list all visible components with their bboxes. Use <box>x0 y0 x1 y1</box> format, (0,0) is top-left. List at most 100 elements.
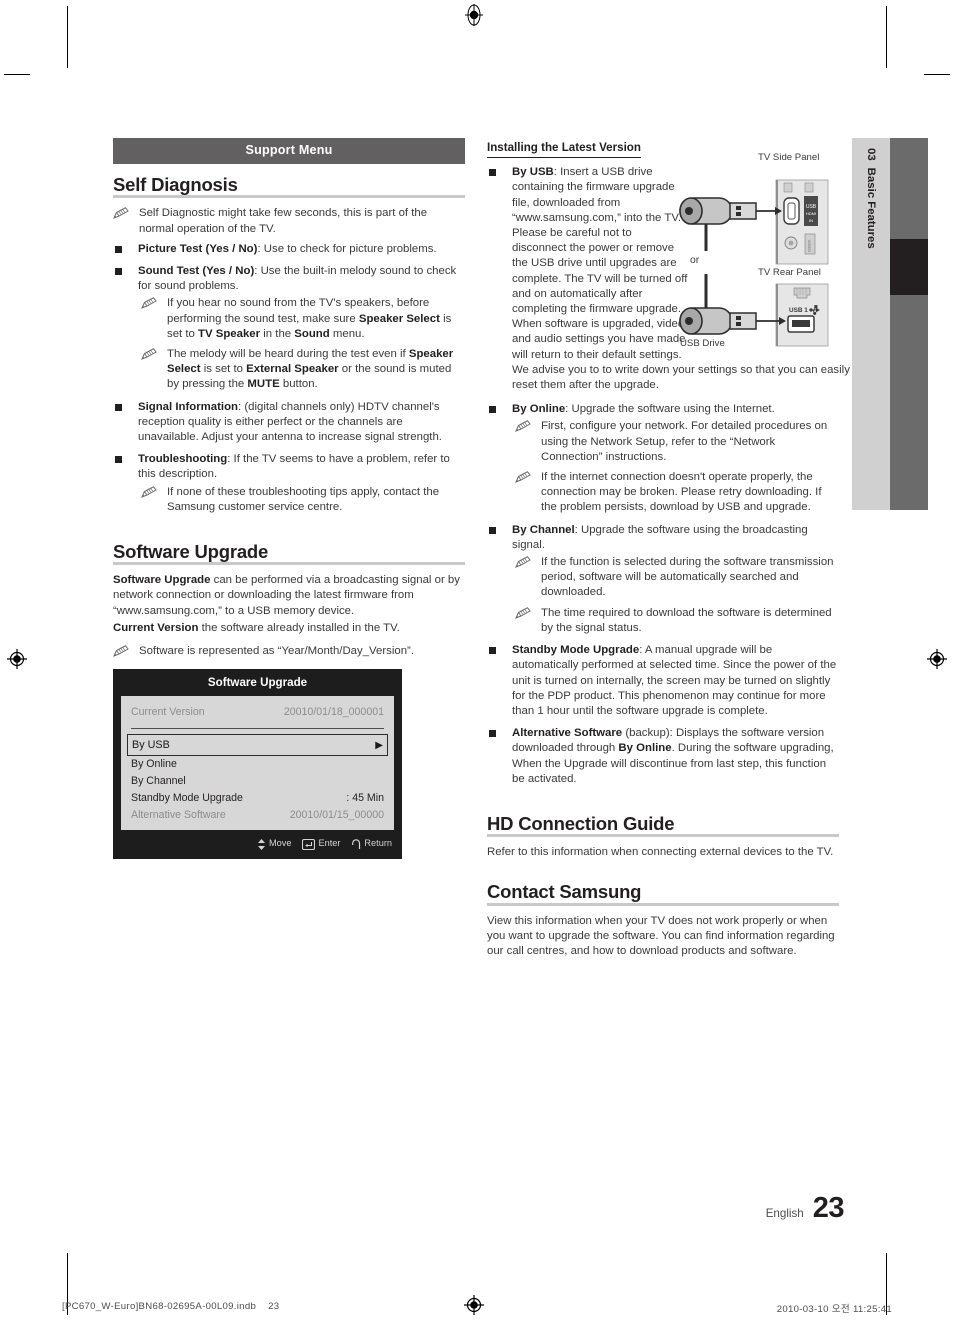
note-melody-heard: The melody will be heard during the test… <box>138 347 465 393</box>
note-text-part: in the <box>260 327 295 340</box>
osd-label-standby-mode-upgrade: Standby Mode Upgrade <box>131 792 243 805</box>
osd-row-current-version: Current Version 20010/01/18_000001 <box>121 704 394 721</box>
osd-label-by-usb: By USB <box>132 738 170 751</box>
osd-row-by-usb-selected[interactable]: By USB ▶ <box>127 734 388 757</box>
note-text-part: button. <box>279 378 318 391</box>
print-timestamp: 2010-03-10 오전 11:25:41 <box>776 1304 892 1315</box>
osd-label-current-version: Current Version <box>131 706 205 719</box>
print-filename: [PC670_W-Euro]BN68-02695A-00L09.indb <box>62 1301 257 1312</box>
chapter-tab-label: 03 Basic Features <box>852 138 890 510</box>
note-download-time: The time required to download the softwa… <box>512 606 839 636</box>
page-number: 23 <box>812 1192 845 1224</box>
square-bullet-icon <box>115 403 122 411</box>
pencil-icon <box>515 471 531 483</box>
square-bullet-icon <box>489 730 496 738</box>
note-text-part: The melody will be heard during the test… <box>167 348 409 361</box>
note-internet-connection: If the internet connection doesn't opera… <box>512 470 839 516</box>
enter-key-icon <box>302 838 316 850</box>
note-self-diagnostic: Self Diagnostic might take few seconds, … <box>113 206 465 236</box>
note-text: If the internet connection doesn't opera… <box>541 471 822 514</box>
osd-label-by-online: By Online <box>131 758 177 771</box>
note-text: If none of these troubleshooting tips ap… <box>167 485 440 513</box>
term-mute: MUTE <box>247 378 280 391</box>
osd-hint-label: Return <box>364 838 392 849</box>
note-troubleshooting-tips: If none of these troubleshooting tips ap… <box>138 485 465 515</box>
bullet-sound-test: Sound Test (Yes / No): Use the built-in … <box>113 264 465 393</box>
heading-rule <box>113 195 465 199</box>
square-bullet-icon <box>489 647 496 655</box>
page-title-software-upgrade: Software Upgrade <box>113 541 269 563</box>
pencil-icon <box>515 556 531 569</box>
svg-text:USB 1: USB 1 <box>789 307 808 314</box>
chapter-tab-dark-band <box>890 138 928 510</box>
chevron-right-icon: ▶ <box>375 739 383 751</box>
bullet-by-online: By Online: Upgrade the software using th… <box>487 402 839 515</box>
note-text-part: menu. <box>329 327 365 340</box>
osd-row-by-channel[interactable]: By Channel <box>121 773 394 790</box>
note-speaker-select-tv: If you hear no sound from the TV's speak… <box>138 296 465 342</box>
square-bullet-icon <box>489 526 496 534</box>
page-title-hd-connection-guide: HD Connection Guide <box>487 812 675 834</box>
note-text-part: is set to <box>200 363 247 376</box>
paragraph-software-upgrade-intro: Software Upgrade can be performed via a … <box>113 573 465 619</box>
chapter-tab: 03 Basic Features <box>852 138 928 510</box>
osd-row-by-online[interactable]: By Online <box>121 756 394 773</box>
bullet-troubleshooting: Troubleshooting: If the TV seems to have… <box>113 452 465 515</box>
page-number-block: English 23 <box>766 1192 845 1225</box>
term-software-upgrade: Software Upgrade <box>113 574 211 587</box>
print-footer-left: [PC670_W-Euro]BN68-02695A-00L09.indb 23 <box>62 1301 279 1312</box>
bullet-alternative-software: Alternative Software (backup): Displays … <box>487 726 839 787</box>
label-usb-drive: USB Drive <box>680 338 725 349</box>
term-by-usb: By USB <box>512 166 554 179</box>
manual-page: Support Menu Self Diagnosis Self Diagnos… <box>0 0 954 1321</box>
term-tv-speaker: TV Speaker <box>198 327 261 340</box>
osd-divider <box>131 728 384 730</box>
osd-hint-label: Move <box>268 838 292 849</box>
osd-row-alternative-software: Alternative Software 20010/01/15_00000 <box>121 807 394 824</box>
osd-hint-label: Enter <box>318 838 341 849</box>
return-arrow-icon <box>351 838 361 850</box>
label-or: or <box>690 255 700 266</box>
svg-text:VIDEO: VIDEO <box>807 240 812 252</box>
square-bullet-icon <box>115 456 122 464</box>
support-menu-band: Support Menu <box>113 138 465 165</box>
note-text: First, configure your network. For detai… <box>541 420 828 463</box>
svg-text:USB: USB <box>806 204 817 210</box>
page-title-contact-samsung: Contact Samsung <box>487 881 642 903</box>
osd-label-by-channel: By Channel <box>131 775 186 788</box>
term-alternative-software: Alternative Software <box>512 727 623 740</box>
pencil-icon <box>515 420 531 433</box>
bullet-by-channel: By Channel: Upgrade the software using t… <box>487 523 839 636</box>
heading-rule <box>113 562 465 566</box>
usb-connection-diagram: USB HDMI IN VIDEO USB 1 TV Side Panel TV… <box>672 152 844 362</box>
page-title-self-diagnosis: Self Diagnosis <box>113 174 238 196</box>
square-bullet-icon <box>115 268 122 276</box>
note-configure-network: First, configure your network. For detai… <box>512 419 839 465</box>
term-sound-test: Sound Test (Yes / No) <box>138 265 255 278</box>
term-picture-test: Picture Test (Yes / No) <box>138 242 258 255</box>
paragraph-hd-connection-guide: Refer to this information when connectin… <box>487 846 834 859</box>
chapter-tab-marker <box>890 239 928 295</box>
desc-current-version: the software already installed in the TV… <box>198 621 400 634</box>
osd-value-standby-mode-upgrade: : 45 Min <box>346 792 384 805</box>
square-bullet-icon <box>489 406 496 414</box>
pencil-icon <box>141 348 157 360</box>
heading-rule <box>487 902 839 906</box>
osd-title: Software Upgrade <box>113 669 402 697</box>
subheading-installing-latest-version: Installing the Latest Version <box>487 140 641 159</box>
term-by-channel: By Channel <box>512 523 575 536</box>
note-version-format: Software is represented as “Year/Month/D… <box>113 644 465 659</box>
heading-rule <box>487 834 839 838</box>
paragraph-contact-samsung: View this information when your TV does … <box>487 914 835 957</box>
svg-text:HDMI: HDMI <box>806 211 816 216</box>
osd-row-standby-mode-upgrade[interactable]: Standby Mode Upgrade : 45 Min <box>121 790 394 807</box>
note-transmission-period: If the function is selected during the s… <box>512 555 839 601</box>
pencil-icon <box>515 606 531 619</box>
chapter-number: 03 <box>865 148 877 161</box>
osd-value-current-version: 20010/01/18_000001 <box>283 706 384 719</box>
term-by-online-ref: By Online <box>618 742 672 755</box>
square-bullet-icon <box>115 245 122 253</box>
term-troubleshooting: Troubleshooting <box>138 453 228 466</box>
osd-value-alternative-software: 20010/01/15_00000 <box>289 809 384 822</box>
paragraph-current-version: Current Version the software already ins… <box>113 621 465 636</box>
